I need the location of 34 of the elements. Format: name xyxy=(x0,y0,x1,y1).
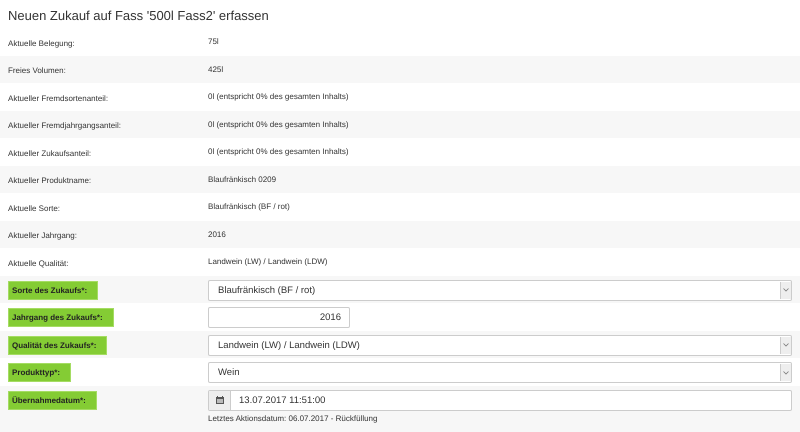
info-value: 0l (entspricht 0% des gesamten Inhalts) xyxy=(208,92,349,102)
field-label: Sorte des Zukaufs*: xyxy=(8,280,98,300)
info-label: Aktueller Fremdjahrgangsanteil: xyxy=(8,121,121,130)
info-value: Blaufränkisch 0209 xyxy=(208,174,276,184)
field-label: Übernahmedatum*: xyxy=(8,390,97,410)
info-label: Freies Volumen: xyxy=(8,66,66,76)
info-value: 0l (entspricht 0% des gesamten Inhalts) xyxy=(208,147,349,156)
info-label: Aktuelle Qualität: xyxy=(8,258,68,268)
page-title: Neuen Zukauf auf Fass '500l Fass2' erfassen xyxy=(7,7,270,25)
info-value: 0l (entspricht 0% des gesamten Inhalts) xyxy=(208,120,349,129)
info-label: Aktuelle Sorte: xyxy=(8,204,60,213)
select-field[interactable]: Blaufränkisch (BF / rot) xyxy=(208,280,792,300)
chevron-down-icon xyxy=(783,370,789,374)
field-label: Jahrgang des Zukaufs*: xyxy=(8,308,114,327)
info-label: Aktueller Jahrgang: xyxy=(8,231,77,240)
info-label: Aktueller Produktname: xyxy=(8,176,92,186)
info-value: 2016 xyxy=(208,230,226,239)
calendar-icon xyxy=(216,396,224,404)
select-field[interactable]: Landwein (LW) / Landwein (LDW) xyxy=(208,334,792,356)
info-label: Aktueller Fremdsortenanteil: xyxy=(8,94,108,103)
date-field[interactable]: 13.07.2017 11:51:00 xyxy=(208,390,792,410)
info-value: 425l xyxy=(208,64,224,74)
help-text: Letztes Aktionsdatum: 06.07.2017 - Rückfüllung xyxy=(208,414,378,422)
select-field[interactable]: Wein xyxy=(208,362,792,383)
info-value: Blaufränkisch (BF / rot) xyxy=(208,202,290,212)
field-label: Qualität des Zukaufs*: xyxy=(8,336,108,354)
field-label: Produkttyp*: xyxy=(8,363,71,382)
chevron-down-icon xyxy=(783,288,789,292)
number-input[interactable]: 2016 xyxy=(208,307,350,328)
info-value: 75l xyxy=(208,37,219,46)
info-value: Landwein (LW) / Landwein (LDW) xyxy=(208,257,328,266)
info-label: Aktuelle Belegung: xyxy=(8,38,75,48)
info-label: Aktueller Zukaufsanteil: xyxy=(8,148,92,158)
chevron-down-icon xyxy=(783,343,789,347)
